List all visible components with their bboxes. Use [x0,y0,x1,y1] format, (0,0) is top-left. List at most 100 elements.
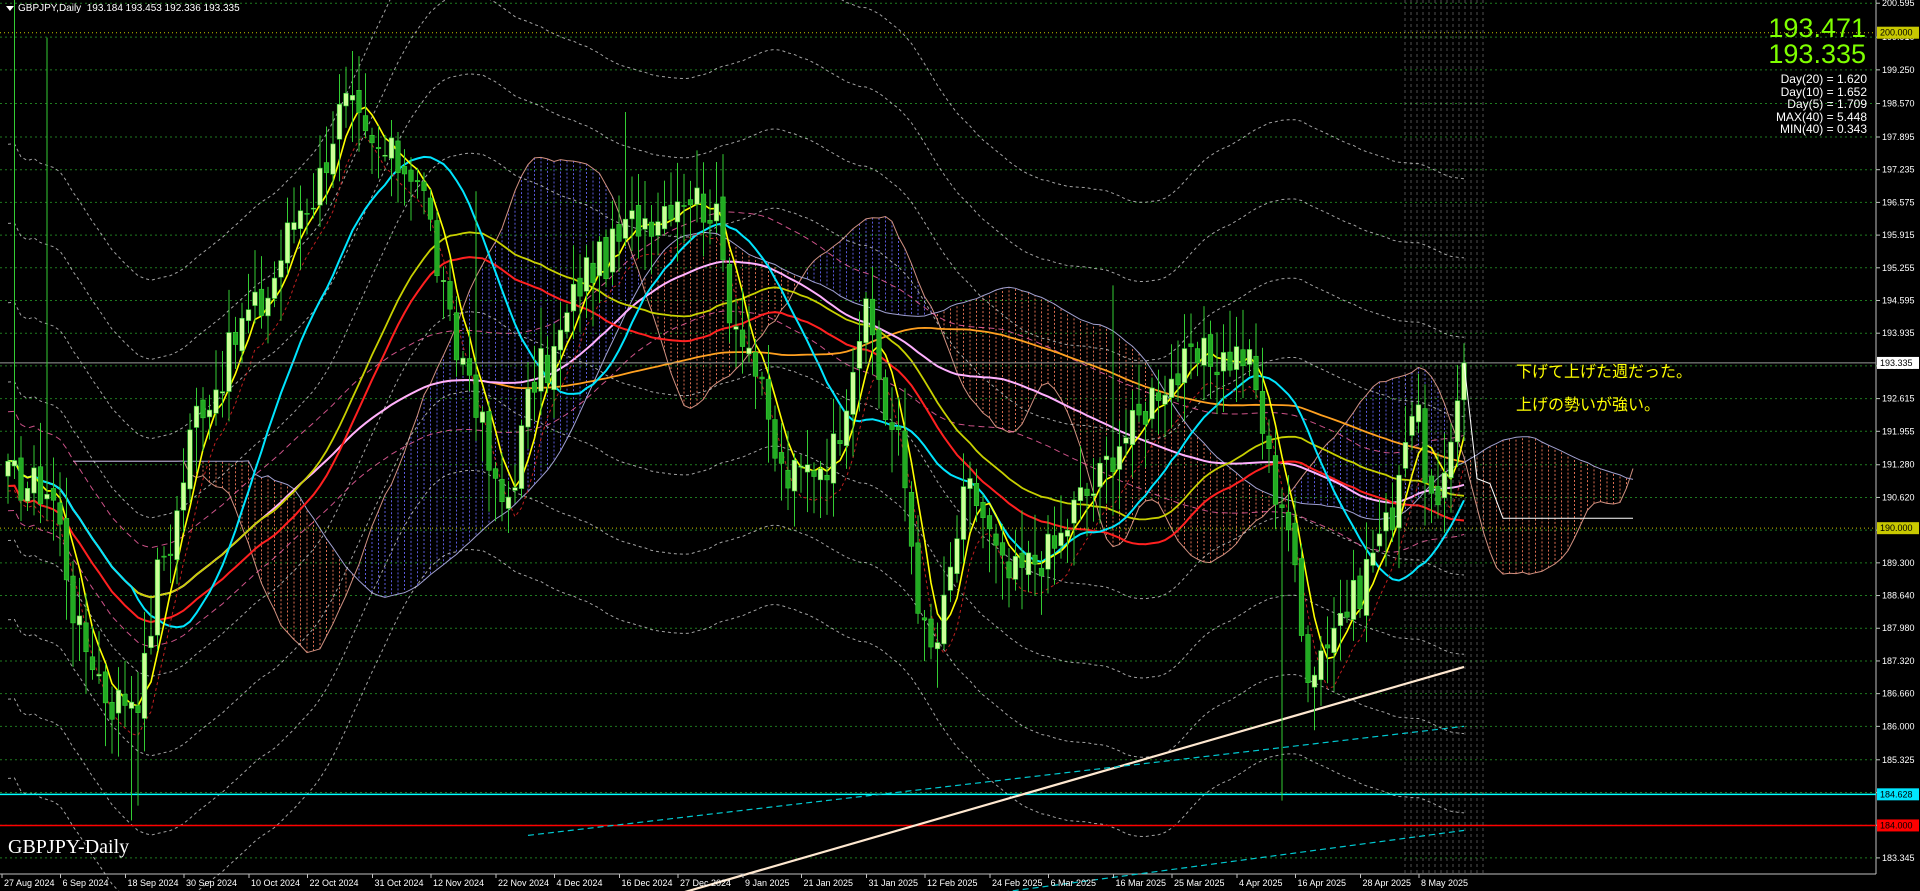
candle-body [154,559,161,636]
candle-body [414,180,421,183]
candle-body [947,566,954,591]
candle-body [1012,555,1019,580]
candle-body [466,358,473,376]
candle-body [148,635,154,649]
candle-body [1402,442,1409,469]
candle-body [590,262,596,283]
candle-body [304,213,310,215]
candle-body [707,219,713,224]
candle-body [674,201,681,223]
candle-body [395,140,401,174]
candle-body [226,332,232,392]
volatility-stats: Day(20) = 1.620 Day(10) = 1.652 Day(5) =… [1776,73,1867,136]
candle-body [421,181,427,191]
candle-body [1181,348,1188,384]
stat-day20: Day(20) = 1.620 [1780,72,1867,86]
candle-body [57,502,63,525]
candle-body [960,486,967,540]
candle-body [1175,373,1181,386]
candle-body [427,197,434,220]
candle-body [323,162,330,174]
y-tick-label: 186.000 [1882,721,1915,731]
x-tick-label: 6 Sep 2024 [63,878,109,888]
x-tick-label: 28 Apr 2025 [1363,878,1412,888]
candle-body [1207,334,1214,367]
envelope-band [7,469,1465,836]
dropdown-arrow-icon[interactable] [6,5,14,11]
candle-body [824,474,830,481]
candle-body [1253,355,1259,391]
candle-body [557,329,564,351]
candle-body [50,488,57,501]
candle-body [830,433,837,484]
candle-body [135,705,141,713]
candle-body [856,341,863,369]
candle-body [1389,507,1396,530]
candle-body [239,317,245,352]
candle-body [1149,387,1155,420]
candle-body [1084,488,1090,496]
candle-body [70,575,76,624]
candle-body [1090,493,1097,496]
candle-body [1142,411,1149,425]
candle-body [843,410,850,447]
candle-body [1162,394,1168,405]
candle-body [161,555,167,558]
candle-body [11,460,18,467]
candle-body [642,218,648,230]
x-tick-label: 18 Sep 2024 [128,878,179,888]
candle-body [512,487,518,491]
candle-body [245,309,252,321]
moving-averages [7,106,1465,737]
candle-body [531,381,538,393]
candle-body [1136,403,1142,416]
price-label-text: 193.335 [1880,358,1913,368]
candle-body [193,405,200,428]
candle-body [1045,533,1051,570]
price-chart: 200.595199.910199.250198.570197.895197.2… [0,0,1919,891]
candle-body [31,467,37,494]
candle-body [1006,561,1012,579]
symbol-label: GBPJPY,Daily [18,3,82,14]
x-tick-label: 21 Jan 2025 [804,878,854,888]
candle-body [583,257,590,292]
candle-body [928,618,934,648]
candle-body [18,457,24,501]
envelope-bands [7,0,1465,891]
candle-body [453,312,460,361]
price-label-text: 190.000 [1880,523,1913,533]
candle-body [746,347,752,355]
ma-red-dotted [7,136,1465,737]
candle-body [655,221,661,236]
price-label-text: 184.628 [1880,789,1913,799]
candle-body [1240,349,1246,366]
candle-body [694,187,700,205]
y-tick-label: 193.935 [1882,328,1915,338]
candle-body [479,411,486,423]
candle-body [661,206,668,230]
candle-body [1324,644,1331,649]
candle-body [206,409,213,418]
candle-body [882,377,889,421]
y-tick-label: 195.915 [1882,230,1915,240]
candle-body [109,701,115,720]
candle-body [739,329,746,347]
candle-body [1428,475,1435,494]
x-tick-label: 4 Apr 2025 [1239,878,1283,888]
candle-body [733,326,739,330]
x-tick-label: 31 Oct 2024 [375,878,424,888]
candle-body [954,538,960,574]
y-tick-label: 189.300 [1882,558,1915,568]
ask-price: 193.471 [1768,13,1866,43]
candle-body [1383,512,1389,532]
candle-body [544,354,551,384]
candle-body [863,298,869,343]
candle-body [1032,554,1038,565]
candle-body [1435,486,1441,506]
envelope-band [7,390,1465,757]
x-tick-label: 4 Dec 2024 [557,878,603,888]
candle-body [570,283,577,312]
candle-body [518,425,525,489]
candle-body [349,95,356,101]
candle-body [1266,435,1272,449]
